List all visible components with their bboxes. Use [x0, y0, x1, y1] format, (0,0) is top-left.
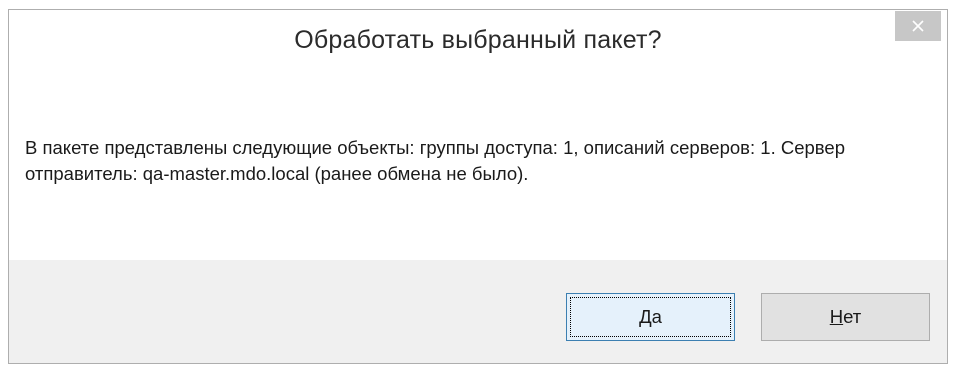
no-button-mnemonic: Н	[829, 306, 844, 327]
no-button-label: Нет	[830, 306, 862, 328]
yes-button-mnemonic: Д	[639, 306, 652, 327]
dialog-button-bar: Да Нет	[9, 260, 947, 363]
yes-button-label: Да	[639, 306, 662, 328]
dialog-titlebar[interactable]: Обработать выбранный пакет?	[9, 10, 947, 80]
close-icon	[912, 20, 924, 32]
no-button[interactable]: Нет	[761, 293, 930, 341]
dialog-title: Обработать выбранный пакет?	[294, 26, 662, 54]
dialog-window: Обработать выбранный пакет? В пакете пре…	[8, 9, 948, 364]
close-button[interactable]	[895, 11, 941, 41]
dialog-content: В пакете представлены следующие объекты:…	[9, 80, 947, 260]
yes-button[interactable]: Да	[566, 293, 735, 341]
yes-button-label-rest: а	[651, 306, 662, 327]
no-button-label-rest: ет	[843, 306, 862, 327]
dialog-message: В пакете представлены следующие объекты:…	[25, 137, 845, 184]
